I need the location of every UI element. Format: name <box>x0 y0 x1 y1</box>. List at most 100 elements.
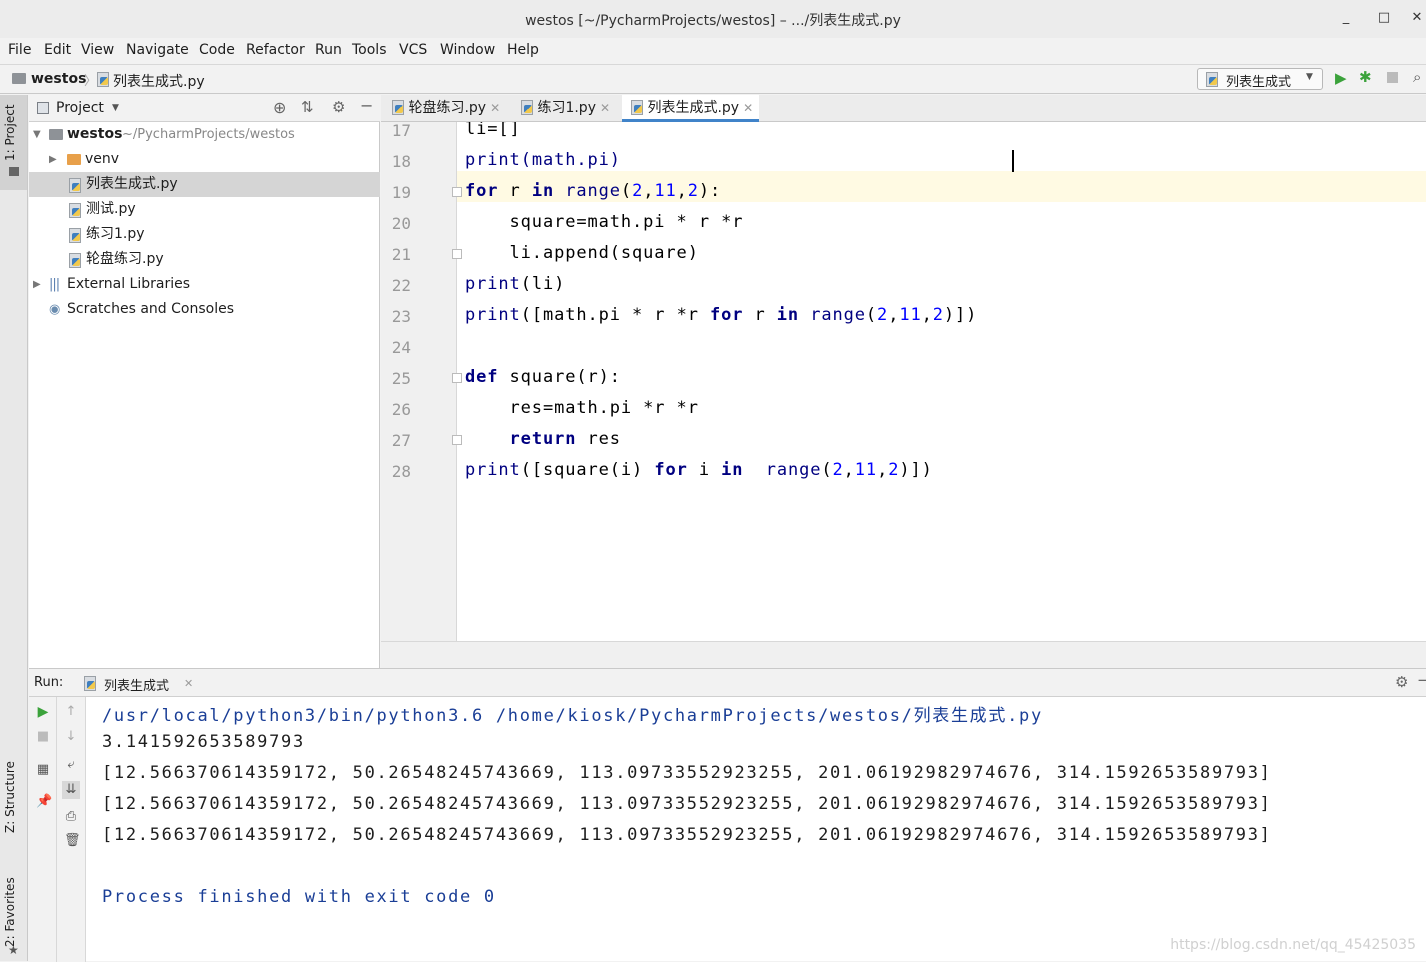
stop-icon[interactable]: ■ <box>36 730 50 744</box>
expand-arrow-icon[interactable]: ▶ <box>49 147 57 172</box>
minimize-button[interactable]: _ <box>1337 9 1355 27</box>
project-panel-title[interactable]: Project <box>56 100 104 116</box>
code-line: for r in range(2,11,2): <box>465 181 721 201</box>
arrow-up-icon[interactable]: ↑ <box>64 705 78 719</box>
hide-panel-icon[interactable]: − <box>360 96 373 115</box>
folder-icon <box>49 129 63 140</box>
chevron-down-icon[interactable]: ▼ <box>112 103 119 113</box>
gear-icon[interactable]: ⚙ <box>332 98 345 116</box>
python-file-icon <box>391 100 404 114</box>
breadcrumb-file[interactable]: 列表生成式.py <box>113 71 205 91</box>
menu-help[interactable]: Help <box>507 42 539 58</box>
code-line: print([math.pi * r *r for r in range(2,1… <box>465 305 977 325</box>
tree-item-file-selected[interactable]: 列表生成式.py <box>29 172 380 197</box>
code-line: print([square(i) for i in range(2,11,2)]… <box>465 460 933 480</box>
gear-icon[interactable]: ⚙ <box>1395 673 1408 691</box>
layout-icon[interactable]: ▦ <box>36 763 50 777</box>
code-line: li.append(square) <box>465 243 699 263</box>
editor-status-strip <box>381 641 1426 668</box>
window-title: westos [~/PycharmProjects/westos] – .../… <box>0 10 1426 30</box>
menu-window[interactable]: Window <box>440 42 495 58</box>
tree-item-label: 列表生成式.py <box>86 172 178 197</box>
tree-item-venv[interactable]: ▶ venv <box>29 147 380 172</box>
line-number: 24 <box>381 338 411 357</box>
locate-icon[interactable]: ⊕ <box>273 98 286 117</box>
menu-refactor[interactable]: Refactor <box>246 42 305 58</box>
code-line: def square(r): <box>465 367 621 387</box>
favorites-tool-tab[interactable]: 2: Favorites <box>3 877 17 947</box>
star-icon: ★ <box>8 943 19 957</box>
line-number: 18 <box>381 152 411 171</box>
run-icon[interactable]: ▶ <box>1335 69 1347 87</box>
tab-file[interactable]: 轮盘练习.py✕ <box>391 95 500 122</box>
python-file-icon <box>1205 72 1218 86</box>
scroll-to-end-icon[interactable]: ⇊ <box>62 781 80 799</box>
collapse-all-icon[interactable]: ⇅ <box>301 98 314 116</box>
project-panel: Project ▼ ⊕ ⇅ ⚙ − ▼ westos ~/PycharmProj… <box>29 95 380 668</box>
tree-item-file[interactable]: 测试.py <box>29 197 380 222</box>
tree-item-label: 练习1.py <box>86 222 145 247</box>
menu-view[interactable]: View <box>81 42 114 58</box>
title-bar: westos [~/PycharmProjects/westos] – .../… <box>0 0 1426 38</box>
hide-panel-icon[interactable]: − <box>1417 671 1426 689</box>
maximize-button[interactable]: □ <box>1375 9 1393 27</box>
library-icon: ||| <box>49 272 59 297</box>
tree-item-label: 轮盘练习.py <box>86 247 164 272</box>
menu-code[interactable]: Code <box>199 42 235 58</box>
tab-file-active[interactable]: 列表生成式.py✕ <box>622 95 759 122</box>
stop-icon[interactable] <box>1387 72 1398 83</box>
watermark: https://blog.csdn.net/qq_45425035 <box>1170 937 1416 953</box>
code-editor: 轮盘练习.py✕ 练习1.py✕ 列表生成式.py✕ 17 18 19 20 2… <box>381 95 1426 668</box>
fold-marker-icon[interactable] <box>452 373 462 383</box>
tab-file[interactable]: 练习1.py✕ <box>520 95 610 122</box>
code-line: return res <box>465 429 621 449</box>
line-number: 26 <box>381 400 411 419</box>
tree-item-file[interactable]: 练习1.py <box>29 222 380 247</box>
close-tab-icon[interactable]: ✕ <box>743 101 753 115</box>
fold-marker-icon[interactable] <box>452 249 462 259</box>
trash-icon[interactable]: 🗑 <box>64 834 78 848</box>
run-toolbar-secondary: ↑ ↓ ⤶ ⇊ ⎙ 🗑 <box>57 697 86 962</box>
fold-marker-icon[interactable] <box>452 435 462 445</box>
breadcrumb-project[interactable]: westos <box>31 71 86 87</box>
expand-arrow-icon[interactable]: ▼ <box>33 122 41 147</box>
expand-arrow-icon[interactable]: ▶ <box>33 272 41 297</box>
run-tab-label[interactable]: 列表生成式 <box>104 675 169 694</box>
menu-edit[interactable]: Edit <box>44 42 71 58</box>
tree-item-external-libraries[interactable]: ▶ ||| External Libraries <box>29 272 380 297</box>
tree-item-root[interactable]: ▼ westos ~/PycharmProjects/westos <box>29 122 380 147</box>
close-tab-icon[interactable]: ✕ <box>490 101 500 115</box>
arrow-down-icon[interactable]: ↓ <box>64 730 78 744</box>
menu-run[interactable]: Run <box>315 42 342 58</box>
editor-body[interactable]: 17 18 19 20 21 22 23 24 25 26 27 28 li=[… <box>381 122 1426 641</box>
menu-vcs[interactable]: VCS <box>399 42 427 58</box>
code-line: square=math.pi * r *r <box>465 212 743 232</box>
soft-wrap-icon[interactable]: ⤶ <box>64 758 78 772</box>
python-file-icon <box>68 203 81 217</box>
console-line: [12.566370614359172, 50.26548245743669, … <box>102 794 1272 814</box>
fold-marker-icon[interactable] <box>452 187 462 197</box>
menu-bar: File Edit View Navigate Code Refactor Ru… <box>0 38 1426 64</box>
structure-tool-tab[interactable]: Z: Structure <box>3 761 17 833</box>
tree-item-scratches[interactable]: ◉ Scratches and Consoles <box>29 297 380 322</box>
line-number: 27 <box>381 431 411 450</box>
console-output[interactable]: /usr/local/python3/bin/python3.6 /home/k… <box>86 697 1426 962</box>
debug-icon[interactable]: ✱ <box>1359 68 1372 86</box>
tree-item-file[interactable]: 轮盘练习.py <box>29 247 380 272</box>
line-number: 28 <box>381 462 411 481</box>
pin-icon[interactable]: 📌 <box>36 795 50 809</box>
print-icon[interactable]: ⎙ <box>64 810 78 824</box>
search-icon[interactable]: ⌕ <box>1413 68 1421 86</box>
project-panel-header: Project ▼ ⊕ ⇅ ⚙ − <box>29 95 380 122</box>
close-tab-icon[interactable]: ✕ <box>184 677 193 690</box>
close-window-button[interactable]: ✕ <box>1408 9 1426 27</box>
tree-item-path-hint: ~/PycharmProjects/westos <box>122 122 295 147</box>
python-file-icon <box>68 178 81 192</box>
run-config-select[interactable]: 列表生成式 ▼ <box>1197 68 1323 90</box>
menu-file[interactable]: File <box>8 42 31 58</box>
menu-tools[interactable]: Tools <box>352 42 387 58</box>
rerun-icon[interactable]: ▶ <box>36 705 50 719</box>
menu-navigate[interactable]: Navigate <box>126 42 189 58</box>
text-cursor <box>1012 150 1014 172</box>
close-tab-icon[interactable]: ✕ <box>600 101 610 115</box>
